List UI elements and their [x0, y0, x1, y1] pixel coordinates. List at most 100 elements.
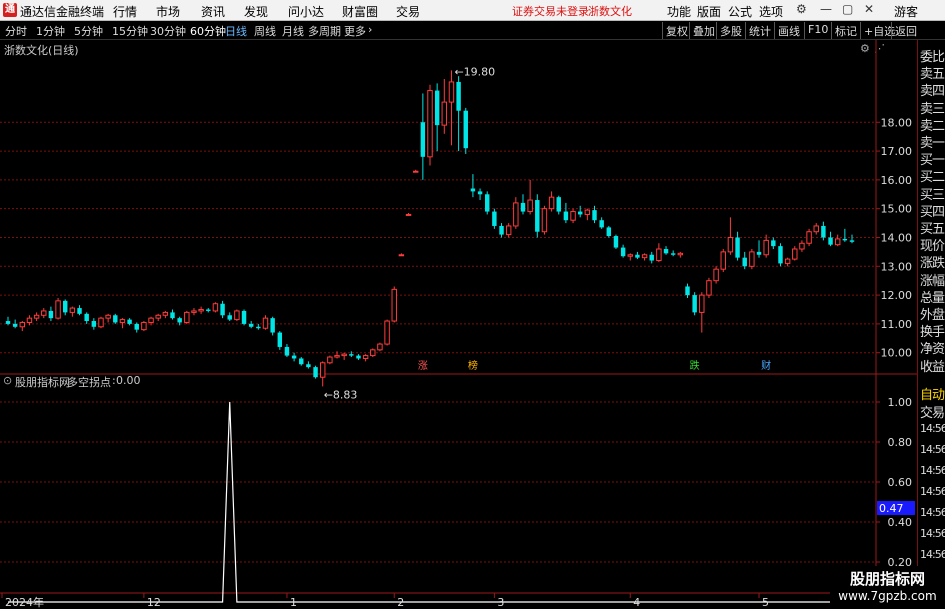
side-panel-item[interactable]: 委比: [920, 46, 945, 65]
menu-item-discover[interactable]: 发现: [244, 3, 268, 20]
event-marker: 跌: [690, 359, 700, 372]
high-price-label: ←19.80: [454, 65, 495, 78]
tool-draw-button[interactable]: 画线: [774, 22, 803, 39]
close-icon[interactable]: ✕: [864, 2, 874, 16]
candle-body-up: [513, 202, 519, 227]
period-more[interactable]: 更多: [344, 23, 366, 39]
side-panel-item[interactable]: 买三: [920, 184, 945, 203]
candle-body-up: [706, 280, 712, 296]
period-multi[interactable]: 多周期: [308, 23, 341, 39]
menu-item-quotes[interactable]: 行情: [113, 3, 137, 20]
candle-body-down: [220, 303, 225, 316]
time-tick-label: 2024年: [5, 595, 44, 609]
side-panel-item[interactable]: 卖五: [920, 63, 945, 82]
side-panel-time: 14:56: [920, 506, 945, 519]
candle-body-down: [48, 310, 54, 319]
settings-icon[interactable]: ⚙: [796, 2, 807, 16]
candle-body-up: [377, 343, 383, 351]
watermark-title: 股朋指标网: [849, 570, 925, 588]
side-panel-item[interactable]: 卖四: [920, 80, 945, 99]
time-tick-label: 12: [147, 596, 161, 609]
candle-body-up: [141, 321, 147, 331]
candle-body-up: [699, 294, 705, 313]
menu-item-layout[interactable]: 版面: [697, 3, 721, 20]
candle-body-down: [5, 321, 11, 324]
period-tick[interactable]: 分时: [5, 23, 27, 39]
candle-body-down: [771, 240, 776, 247]
side-panel-item[interactable]: 换手: [920, 321, 945, 340]
side-panel-item[interactable]: 收益: [920, 356, 945, 375]
menu-item-news[interactable]: 资讯: [201, 3, 225, 20]
time-tick-label: 1: [290, 596, 297, 609]
candle-body-down: [470, 188, 476, 192]
login-warning[interactable]: 证券交易未登录: [512, 3, 589, 19]
period-1min[interactable]: 1分钟: [36, 23, 65, 39]
period-60min[interactable]: 60分钟: [190, 23, 226, 39]
period-monthly[interactable]: 月线: [282, 23, 304, 39]
side-panel-item[interactable]: 外盘: [920, 304, 945, 323]
tool-adjust-button[interactable]: 复权: [662, 22, 691, 39]
candle-body-down: [91, 321, 97, 327]
candle-body-down: [592, 210, 597, 221]
period-5min[interactable]: 5分钟: [74, 23, 103, 39]
candle-body-down: [77, 308, 82, 314]
side-panel-item[interactable]: 卖二: [920, 115, 945, 134]
kline-chart[interactable]: ←19.80 ←8.83 涨 榜 跌 财 18.00 17.00 16.00 15.00 14.0…: [0, 40, 917, 609]
period-weekly[interactable]: 周线: [254, 23, 276, 39]
candle-body-up: [505, 225, 512, 236]
candle-body-up: [713, 268, 719, 282]
side-panel-item[interactable]: 现价: [920, 235, 945, 254]
candle-body-up: [19, 321, 26, 328]
menu-item-assistant[interactable]: 问小达: [288, 3, 324, 20]
tool-overlay-button[interactable]: 叠加: [689, 22, 718, 39]
tool-back-button[interactable]: 返回: [891, 22, 920, 39]
side-panel-item[interactable]: 买五: [920, 218, 945, 237]
tool-f10-button[interactable]: F10: [804, 22, 831, 39]
side-panel-item[interactable]: 净资: [920, 338, 945, 357]
candle-body-up: [341, 353, 347, 357]
candle-body-up: [191, 310, 197, 313]
event-marker: 榜: [468, 359, 478, 372]
candle-body-up: [41, 310, 47, 316]
candle-body-up: [541, 208, 548, 233]
menu-item-options[interactable]: 选项: [759, 3, 783, 20]
side-panel-item[interactable]: 买一: [920, 149, 945, 168]
candle-body-up: [370, 349, 376, 357]
candle-body-down: [127, 319, 132, 324]
side-panel-item[interactable]: 涨跌: [920, 252, 945, 271]
more-chevron-icon[interactable]: ›: [368, 23, 372, 36]
candle-body-up: [763, 239, 769, 256]
side-panel-trade-item[interactable]: 交易: [920, 402, 945, 421]
side-panel-item[interactable]: 涨幅: [920, 270, 945, 289]
side-panel-item[interactable]: 卖一: [920, 132, 945, 151]
tool-mark-button[interactable]: 标记: [831, 22, 860, 39]
side-panel-item[interactable]: 买二: [920, 166, 945, 185]
candle-body-up: [792, 248, 798, 260]
period-15min[interactable]: 15分钟: [112, 23, 148, 39]
candle-body-up: [119, 319, 126, 323]
period-daily[interactable]: 日线: [225, 23, 247, 39]
side-panel-item[interactable]: 买四: [920, 201, 945, 220]
menu-item-functions[interactable]: 功能: [667, 3, 691, 20]
candle-body-up: [33, 314, 40, 319]
menu-item-formula[interactable]: 公式: [728, 3, 752, 20]
candle-body-up: [441, 101, 448, 126]
candle-body-down: [206, 309, 211, 311]
app-title: 通达信金融终端: [20, 5, 105, 19]
candle-body-up: [784, 258, 791, 264]
menu-item-market[interactable]: 市场: [156, 3, 180, 20]
tool-stats-button[interactable]: 统计: [745, 22, 774, 39]
candle-body-down: [606, 227, 612, 237]
side-panel-item[interactable]: 卖三: [920, 98, 945, 117]
maximize-icon[interactable]: ▢: [842, 2, 853, 16]
side-panel-trade-item[interactable]: 自动: [920, 384, 945, 403]
user-label[interactable]: 游客: [894, 3, 918, 20]
menu-item-community[interactable]: 财富圈: [342, 3, 378, 20]
candle-body-down: [456, 81, 461, 111]
side-panel-time: 14:56: [920, 527, 945, 540]
minimize-icon[interactable]: —: [820, 2, 832, 16]
tool-multistock-button[interactable]: 多股: [716, 22, 745, 39]
menu-item-trade[interactable]: 交易: [396, 3, 420, 20]
period-30min[interactable]: 30分钟: [150, 23, 186, 39]
side-panel-item[interactable]: 总量: [920, 287, 945, 306]
